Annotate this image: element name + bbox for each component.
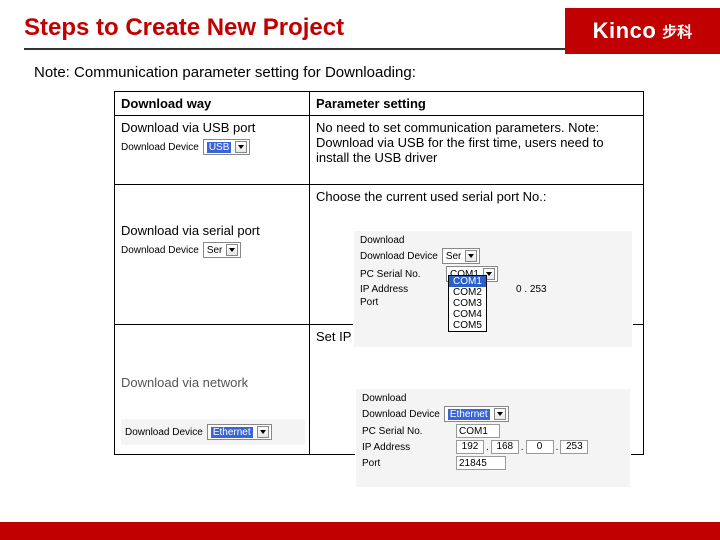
pc-serial-label: PC Serial No.: [360, 269, 442, 280]
ip-seg-1[interactable]: 192: [456, 440, 484, 454]
net-panel-device-select[interactable]: Ethernet: [207, 424, 272, 440]
eth-pc-serial-value[interactable]: COM1: [456, 424, 500, 438]
usb-row-title: Download via USB port: [121, 120, 303, 135]
com-port-dropdown[interactable]: COM1 COM2 COM3 COM4 COM5: [448, 275, 487, 332]
col-header-right: Parameter setting: [310, 92, 644, 116]
net-panel-device-value: Ethernet: [211, 427, 253, 438]
serial-row-title: Download via serial port: [121, 223, 303, 238]
eth-ip-label: IP Address: [362, 442, 452, 453]
chevron-down-icon[interactable]: [257, 426, 269, 438]
serial-device-value: Ser: [207, 245, 223, 256]
list-item[interactable]: COM3: [449, 298, 486, 309]
eth-pc-serial-label: PC Serial No.: [362, 426, 452, 437]
col-header-left: Download way: [115, 92, 310, 116]
eth-port-label: Port: [362, 458, 452, 469]
brand-logo-text: Kinco: [593, 18, 657, 44]
panel-group-label: Download: [360, 235, 626, 246]
eth-port-input[interactable]: 21845: [456, 456, 506, 470]
usb-device-value: USB: [207, 142, 232, 153]
ip-address-input[interactable]: 192. 168. 0. 253: [456, 440, 588, 454]
serial-options-panel: Download Download Device Ser PC Serial N…: [353, 230, 633, 348]
list-item[interactable]: COM2: [449, 287, 486, 298]
net-row-title: Download via network: [121, 375, 303, 390]
ip-address-label: IP Address: [360, 284, 442, 295]
serial-panel-device-value: Ser: [446, 251, 462, 262]
serial-panel-device-select[interactable]: Ser: [442, 248, 481, 264]
usb-device-label: Download Device: [121, 142, 199, 153]
partial-ip-text: 0 . 253: [516, 284, 547, 295]
note-text: Note: Communication parameter setting fo…: [0, 50, 720, 91]
net-device-panel: Download Device Ethernet: [120, 418, 306, 446]
list-item[interactable]: COM5: [449, 320, 486, 331]
net-panel-device-label: Download Device: [125, 427, 203, 438]
brand-logo-cn: 步科: [662, 21, 692, 42]
usb-device-select[interactable]: USB: [203, 139, 251, 155]
serial-device-label: Download Device: [121, 245, 199, 256]
serial-panel-device-label: Download Device: [360, 251, 438, 262]
panel-group-label: Download: [362, 393, 624, 404]
list-item[interactable]: COM1: [449, 276, 486, 287]
eth-device-label: Download Device: [362, 409, 440, 420]
brand-logo: Kinco 步科: [565, 8, 720, 54]
eth-device-select[interactable]: Ethernet: [444, 406, 509, 422]
serial-row-desc: Choose the current used serial port No.:: [316, 189, 637, 204]
ip-seg-2[interactable]: 168: [491, 440, 519, 454]
chevron-down-icon[interactable]: [235, 141, 247, 153]
ip-seg-4[interactable]: 253: [560, 440, 588, 454]
ip-seg-3[interactable]: 0: [526, 440, 554, 454]
chevron-down-icon[interactable]: [226, 244, 238, 256]
chevron-down-icon[interactable]: [465, 250, 477, 262]
usb-row-desc: No need to set communication parameters.…: [316, 120, 637, 180]
ethernet-settings-panel: Download Download Device Ethernet PC Ser…: [355, 388, 631, 488]
eth-device-value: Ethernet: [448, 409, 490, 420]
list-item[interactable]: COM4: [449, 309, 486, 320]
footer-bar: [0, 522, 720, 540]
table-row: Download via USB port Download Device US…: [115, 116, 644, 185]
chevron-down-icon[interactable]: [494, 408, 506, 420]
serial-device-select[interactable]: Ser: [203, 242, 242, 258]
port-label: Port: [360, 297, 442, 308]
